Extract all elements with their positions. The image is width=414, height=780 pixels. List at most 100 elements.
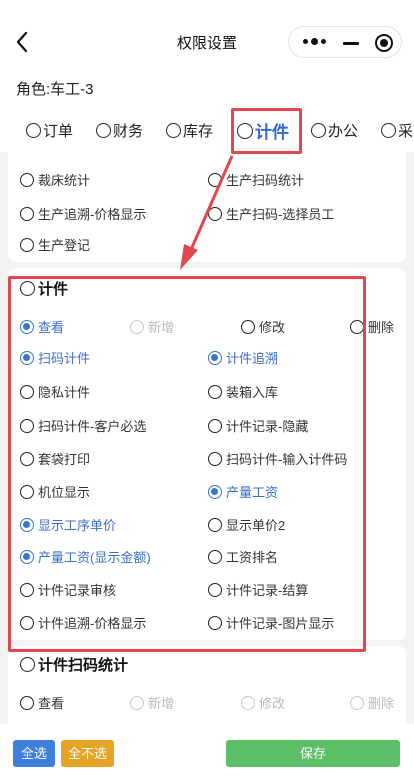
item-label: 装箱入库 — [226, 385, 279, 400]
module-tabs: 订单 财务 库存 计件 办公 采 — [0, 106, 414, 152]
radio-icon — [96, 123, 111, 138]
tab-label: 计件 — [255, 123, 289, 142]
radio-icon — [208, 582, 222, 597]
tab-label: 财务 — [113, 123, 144, 140]
action-add[interactable]: 新增 — [130, 317, 174, 336]
minimize-icon[interactable] — [343, 42, 359, 45]
radio-icon — [20, 172, 34, 187]
radio-icon — [20, 484, 34, 499]
checkbox-item[interactable]: 隐私计件 — [20, 382, 90, 401]
tab-finance[interactable]: 财务 — [96, 120, 143, 141]
item-label: 隐私计件 — [38, 385, 91, 400]
item-label: 显示单价2 — [226, 518, 286, 533]
checkbox-item[interactable]: 计件追溯 — [208, 348, 278, 367]
item-label: 生产扫码-选择员工 — [226, 207, 335, 222]
section-label: 计件扫码统计 — [38, 657, 129, 674]
checkbox-item[interactable]: 扫码计件-输入计件码 — [208, 449, 347, 468]
checkbox-item[interactable]: 产量工资(显示金额) — [20, 547, 151, 566]
radio-icon — [20, 319, 34, 334]
action-view[interactable]: 查看 — [20, 693, 64, 712]
radio-icon — [20, 695, 34, 710]
checkbox-item[interactable]: 计件记录-隐藏 — [208, 416, 308, 435]
item-label: 生产登记 — [38, 238, 91, 253]
bottom-bar: 全选 全不选 保存 — [0, 724, 414, 780]
checkbox-item[interactable]: 显示单价2 — [208, 515, 285, 534]
checkbox-item[interactable]: 扫码计件-客户必选 — [20, 416, 146, 435]
item-label: 查看 — [38, 320, 65, 335]
item-label: 修改 — [259, 696, 286, 711]
select-all-button[interactable]: 全选 — [13, 740, 55, 767]
radio-icon — [381, 123, 396, 138]
item-label: 扫码计件-输入计件码 — [226, 452, 348, 467]
tab-purchase[interactable]: 采 — [381, 120, 413, 141]
radio-icon — [20, 451, 34, 466]
radio-icon — [241, 695, 255, 710]
radio-icon — [20, 350, 34, 365]
checkbox-item[interactable]: 计件记录审核 — [20, 580, 116, 599]
jijian-card: 计件 查看 新增 修改 删除 扫码计件 计件追溯 隐私计件 装箱入库 扫码计件-… — [8, 268, 406, 640]
radio-icon — [208, 451, 222, 466]
item-label: 裁床统计 — [38, 173, 91, 188]
checkbox-item[interactable]: 计件追溯-价格显示 — [20, 613, 146, 632]
tab-label: 库存 — [183, 123, 214, 140]
action-delete[interactable]: 删除 — [350, 317, 394, 336]
action-edit[interactable]: 修改 — [241, 693, 285, 712]
item-label: 查看 — [38, 696, 65, 711]
radio-icon — [208, 418, 222, 433]
radio-icon — [208, 172, 222, 187]
checkbox-item[interactable]: 扫码计件 — [20, 348, 90, 367]
item-label: 计件追溯-价格显示 — [38, 616, 147, 631]
section-title[interactable]: 计件扫码统计 — [20, 654, 128, 675]
radio-icon — [350, 695, 364, 710]
radio-icon — [20, 517, 34, 532]
checkbox-item[interactable]: 计件记录-图片显示 — [208, 613, 334, 632]
radio-icon — [20, 549, 34, 564]
tab-inventory[interactable]: 库存 — [166, 120, 213, 141]
checkbox-item[interactable]: 工资排名 — [208, 547, 278, 566]
checkbox-item[interactable]: 显示工序单价 — [20, 515, 116, 534]
section-title[interactable]: 计件 — [20, 278, 68, 299]
radio-icon — [208, 384, 222, 399]
close-target-icon[interactable] — [375, 34, 393, 52]
tab-office[interactable]: 办公 — [311, 120, 358, 141]
checkbox-item[interactable]: 生产扫码-选择员工 — [208, 204, 334, 223]
radio-icon — [208, 517, 222, 532]
more-icon[interactable] — [303, 35, 331, 49]
radio-icon — [20, 281, 35, 296]
checkbox-item[interactable]: 产量工资 — [208, 482, 278, 501]
tab-orders[interactable]: 订单 — [26, 120, 73, 141]
radio-icon — [26, 123, 41, 138]
checkbox-item[interactable]: 生产扫码统计 — [208, 170, 304, 189]
tab-jijian[interactable]: 计件 — [237, 118, 289, 143]
action-edit[interactable]: 修改 — [241, 317, 285, 336]
item-label: 扫码计件-客户必选 — [38, 419, 147, 434]
checkbox-item[interactable]: 装箱入库 — [208, 382, 278, 401]
item-label: 工资排名 — [226, 550, 279, 565]
save-button[interactable]: 保存 — [226, 740, 400, 767]
item-label: 计件记录审核 — [38, 583, 117, 598]
radio-icon — [166, 123, 181, 138]
item-label: 生产追溯-价格显示 — [38, 207, 147, 222]
radio-icon — [208, 549, 222, 564]
radio-icon — [130, 695, 144, 710]
checkbox-item[interactable]: 生产追溯-价格显示 — [20, 204, 146, 223]
action-view[interactable]: 查看 — [20, 317, 64, 336]
production-card: 裁床统计 生产扫码统计 生产追溯-价格显示 生产扫码-选择员工 生产登记 — [8, 152, 406, 262]
checkbox-item[interactable]: 计件记录-结算 — [208, 580, 308, 599]
checkbox-item[interactable]: 裁床统计 — [20, 170, 90, 189]
select-none-button[interactable]: 全不选 — [61, 740, 114, 767]
tab-label: 采 — [398, 123, 414, 140]
checkbox-item[interactable]: 套袋打印 — [20, 449, 90, 468]
section-label: 计件 — [38, 281, 69, 298]
checkbox-item[interactable]: 生产登记 — [20, 235, 90, 254]
tab-label: 办公 — [328, 123, 359, 140]
action-delete[interactable]: 删除 — [350, 693, 394, 712]
action-add[interactable]: 新增 — [130, 693, 174, 712]
checkbox-item[interactable]: 机位显示 — [20, 482, 90, 501]
radio-icon — [237, 122, 253, 139]
radio-icon — [20, 657, 35, 672]
radio-icon — [311, 123, 326, 138]
item-label: 修改 — [259, 320, 286, 335]
role-bar: 角色:车工-3 — [0, 70, 414, 106]
item-label: 计件追溯 — [226, 351, 279, 366]
